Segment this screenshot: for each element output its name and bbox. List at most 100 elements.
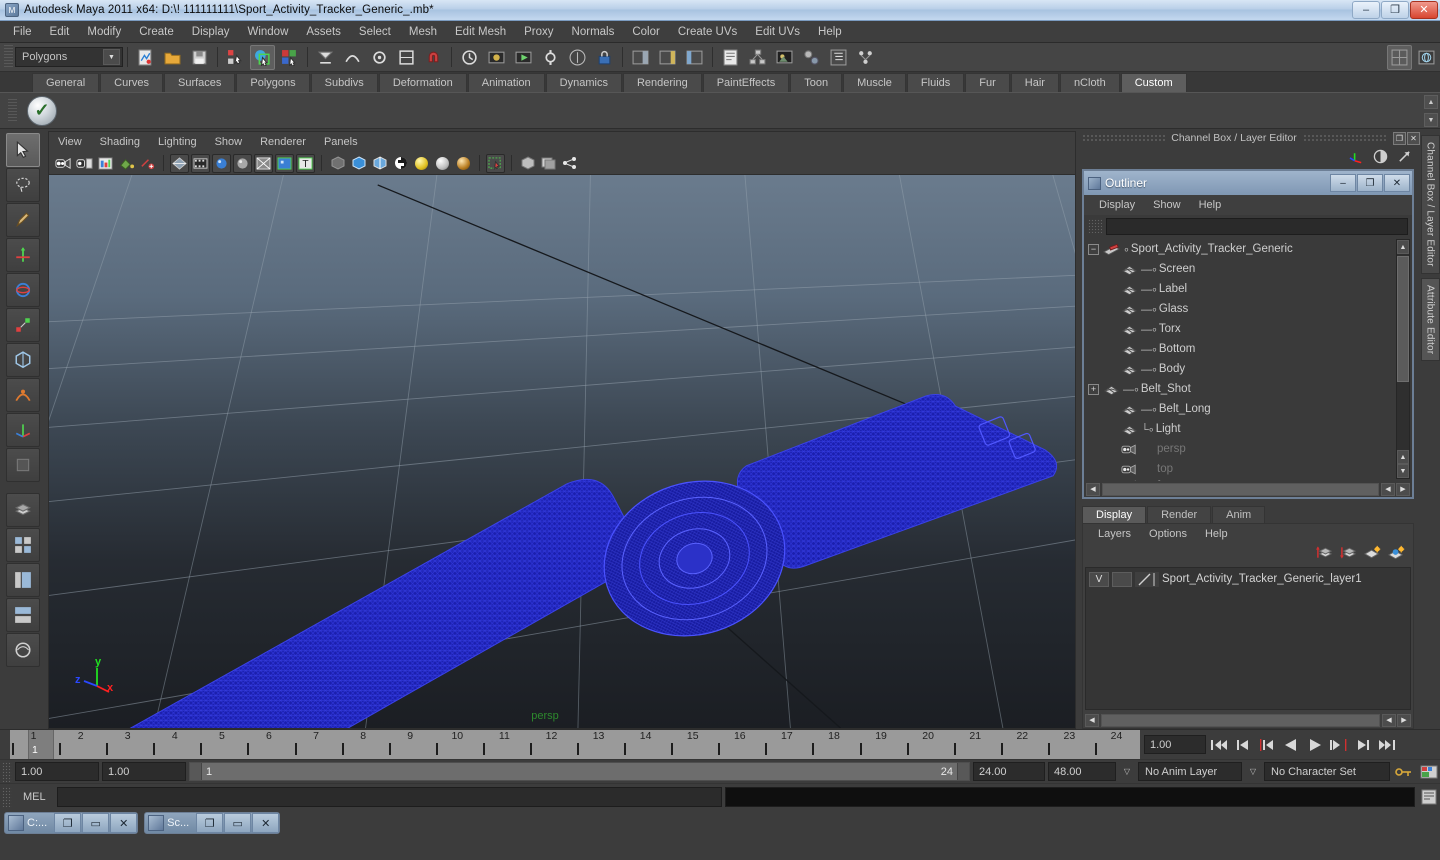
play-backwards-button[interactable]	[1280, 734, 1302, 756]
grid-toggle-icon[interactable]	[518, 154, 537, 173]
layer-scroll-left-icon[interactable]: ◀	[1085, 713, 1099, 727]
shelf-tab-subdivs[interactable]: Subdivs	[310, 73, 378, 92]
new-layer-icon[interactable]	[1363, 545, 1381, 563]
hscroll-track[interactable]	[1102, 482, 1379, 496]
range-slider[interactable]: 1 24	[189, 762, 970, 781]
outliner-menu-display[interactable]: Display	[1090, 199, 1144, 211]
new-scene-button[interactable]	[133, 45, 158, 70]
layer-menu-help[interactable]: Help	[1196, 528, 1237, 540]
mdi-close-button[interactable]: ✕	[252, 813, 280, 833]
shelf-tab-fur[interactable]: Fur	[965, 73, 1010, 92]
move-tool-button[interactable]	[6, 238, 40, 272]
outliner-node-label-obj[interactable]: —∘ Label	[1084, 279, 1412, 299]
outliner-vertical-scrollbar[interactable]: ▲ ▲ ▼	[1396, 239, 1410, 479]
shelf-tab-animation[interactable]: Animation	[467, 73, 545, 92]
smooth-shade-all-icon[interactable]	[212, 153, 231, 173]
menu-assets[interactable]: Assets	[297, 24, 350, 40]
viewport-menu-show[interactable]: Show	[206, 135, 252, 149]
layer-row[interactable]: V Sport_Activity_Tracker_Generic_layer1	[1086, 570, 1410, 588]
auto-key-button[interactable]	[1393, 761, 1415, 783]
outliner-node-belt-long[interactable]: —∘ Belt_Long	[1084, 399, 1412, 419]
outliner-minimize-button[interactable]: –	[1330, 174, 1356, 192]
outliner-node-belt-shot[interactable]: + —∘ Belt_Shot	[1084, 379, 1412, 399]
show-manipulator-tool-button[interactable]	[6, 413, 40, 447]
play-forwards-button[interactable]	[1304, 734, 1326, 756]
paint-selection-tool-button[interactable]	[6, 203, 40, 237]
use-default-light-icon[interactable]	[412, 154, 431, 173]
layer-menu-layers[interactable]: Layers	[1089, 528, 1140, 540]
text-display-icon[interactable]: T	[296, 153, 315, 173]
animation-preferences-button[interactable]	[1418, 761, 1440, 783]
mdi-restore-button[interactable]: ❐	[54, 813, 82, 833]
menuset-selector[interactable]: Polygons ▼	[15, 47, 123, 67]
mdi-maximize-button[interactable]: ▭	[224, 813, 252, 833]
rotate-tool-button[interactable]	[6, 273, 40, 307]
tab-anim[interactable]: Anim	[1212, 506, 1266, 523]
last-tool-used-button[interactable]	[6, 448, 40, 482]
anim-layer-selector[interactable]: No Anim Layer	[1138, 762, 1242, 781]
range-start-time-field[interactable]: 1.00	[102, 762, 186, 781]
render-current-frame-button[interactable]	[484, 45, 509, 70]
texture-display-icon[interactable]	[275, 153, 294, 173]
universal-manipulator-button[interactable]	[6, 343, 40, 377]
scroll-right-icon[interactable]: ▶	[1396, 482, 1410, 496]
wireframe-shading-icon[interactable]	[170, 153, 189, 173]
image-plane-icon[interactable]	[96, 154, 115, 173]
menu-file[interactable]: File	[4, 24, 41, 40]
show-hide-tool-settings-button[interactable]	[682, 45, 707, 70]
shelf-grip[interactable]	[8, 98, 17, 123]
range-handle-left[interactable]	[190, 763, 202, 780]
shelf-scroll-down-icon[interactable]: ▼	[1424, 113, 1438, 127]
time-slider[interactable]: 1 1 2 3 4 5 6 7 8 9 10 11 12 13 14 15 16 17 18 19 20 21 22 23 2…	[0, 729, 1440, 759]
menu-color[interactable]: Color	[623, 24, 668, 40]
timeline-track[interactable]: 1 1 2 3 4 5 6 7 8 9 10 11 12 13 14 15 16 17 18 19 20 21 22 23 2…	[10, 730, 1140, 759]
shadows-icon[interactable]	[454, 154, 473, 173]
outliner-node-top[interactable]: top	[1084, 459, 1412, 479]
step-forward-keyframe-button[interactable]	[1352, 734, 1374, 756]
layer-name[interactable]: Sport_Activity_Tracker_Generic_layer1	[1162, 573, 1362, 585]
menu-edit-uvs[interactable]: Edit UVs	[746, 24, 809, 40]
hypershade-button[interactable]	[799, 45, 824, 70]
mdi-close-button[interactable]: ✕	[110, 813, 138, 833]
shelf-tab-muscle[interactable]: Muscle	[843, 73, 906, 92]
anim-start-time-field[interactable]: 1.00	[15, 762, 99, 781]
snap-to-grid-button[interactable]	[313, 45, 338, 70]
lasso-tool-button[interactable]	[6, 168, 40, 202]
hypergraph-button[interactable]	[745, 45, 770, 70]
snap-to-view-planes-button[interactable]	[394, 45, 419, 70]
dock-grip-dots[interactable]	[1302, 134, 1386, 142]
command-input[interactable]	[56, 786, 722, 807]
anim-layer-chevron-icon[interactable]: ▽	[1245, 762, 1261, 781]
script-editor-button[interactable]	[718, 45, 743, 70]
go-to-start-button[interactable]	[1208, 734, 1230, 756]
viewport-menu-lighting[interactable]: Lighting	[149, 135, 206, 149]
checker-shading-icon[interactable]	[391, 154, 410, 173]
layer-state-toggle[interactable]	[1112, 571, 1132, 587]
layer-move-down-icon[interactable]	[1340, 545, 1357, 563]
shelf-tab-hair[interactable]: Hair	[1010, 73, 1059, 92]
soft-modification-tool-button[interactable]	[6, 378, 40, 412]
snap-to-point-button[interactable]	[367, 45, 392, 70]
render-settings-button[interactable]	[538, 45, 563, 70]
step-back-keyframe-button[interactable]	[1232, 734, 1254, 756]
shelf-tab-painteffects[interactable]: PaintEffects	[702, 73, 790, 92]
half-circle-icon[interactable]	[1373, 149, 1388, 167]
menu-create-uvs[interactable]: Create UVs	[669, 24, 746, 40]
new-layer-from-selected-icon[interactable]	[1387, 545, 1405, 563]
construction-history-button[interactable]	[457, 45, 482, 70]
ipr-render-button[interactable]	[511, 45, 536, 70]
mdi-maximize-button[interactable]: ▭	[82, 813, 110, 833]
current-frame-field[interactable]: 1.00	[1144, 735, 1206, 754]
layout-outliner-persp-button[interactable]	[6, 563, 40, 597]
viewport-menu-panels[interactable]: Panels	[315, 135, 367, 149]
step-back-frame-button[interactable]	[1256, 734, 1278, 756]
playback-options-chevron-icon[interactable]: ▽	[1119, 762, 1135, 781]
outliner-node-torx[interactable]: —∘ Torx	[1084, 319, 1412, 339]
camera-attributes-icon[interactable]	[75, 154, 94, 173]
outliner-tree[interactable]: − ∘ Sport_Activity_Tracker_Generic —∘ Sc…	[1084, 237, 1412, 481]
node-editor-button[interactable]	[853, 45, 878, 70]
range-handle-right[interactable]	[957, 763, 969, 780]
outliner-node-light[interactable]: └∘ Light	[1084, 419, 1412, 439]
embedded-browser-button[interactable]	[1414, 45, 1439, 70]
layout-four-view-button[interactable]	[6, 528, 40, 562]
